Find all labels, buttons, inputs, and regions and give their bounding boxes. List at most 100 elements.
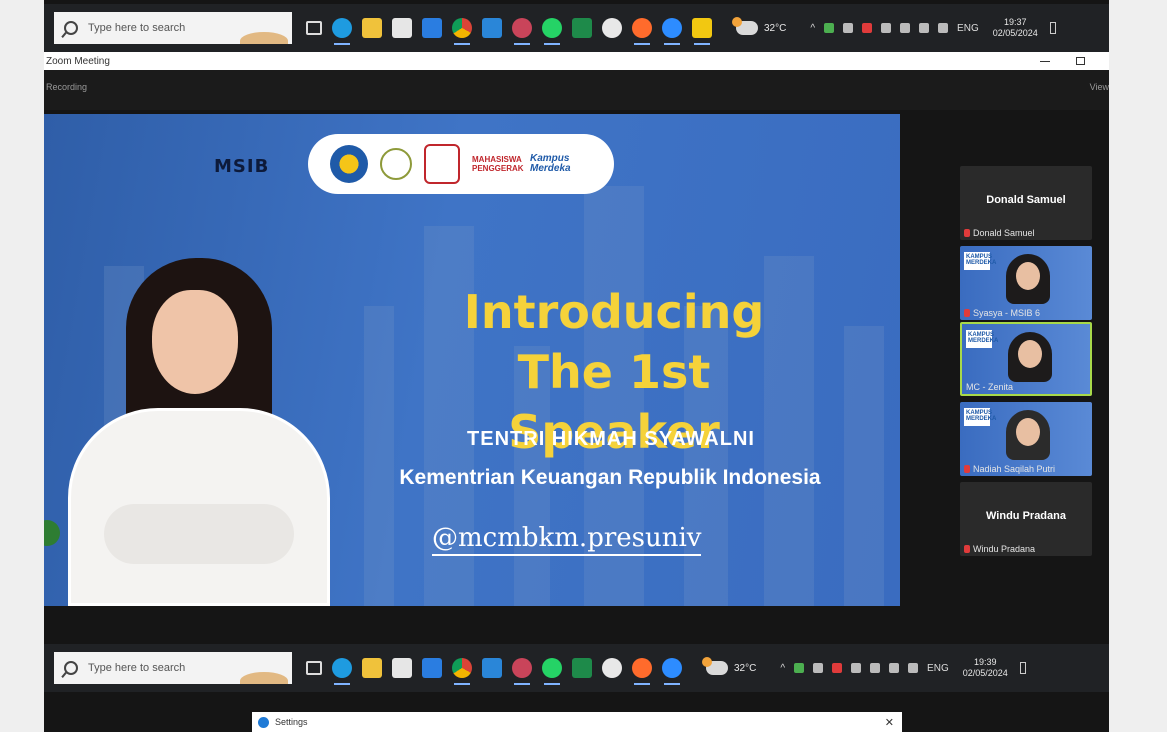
taskbar-search-box[interactable]: Type here to search bbox=[54, 12, 292, 44]
temperature: 32°C bbox=[764, 22, 787, 34]
msib-logo: MSIB bbox=[214, 156, 270, 177]
tray-icon[interactable] bbox=[862, 23, 873, 33]
participant-label: MC - Zenita bbox=[966, 382, 1014, 392]
participant-tile[interactable]: KAMPUS MERDEKA Nadiah Saqilah Putri bbox=[960, 402, 1092, 476]
system-tray: ^ ENG bbox=[810, 23, 978, 34]
zoom-icon[interactable] bbox=[662, 658, 682, 685]
task-view-icon[interactable] bbox=[306, 661, 322, 675]
firefox-icon[interactable] bbox=[632, 18, 652, 45]
weather-widget[interactable]: 32°C bbox=[702, 657, 757, 675]
excel-icon[interactable] bbox=[572, 658, 592, 678]
chevron-up-icon[interactable]: ^ bbox=[780, 663, 785, 674]
volume-icon[interactable] bbox=[908, 663, 919, 673]
search-highlight-decoration bbox=[240, 672, 288, 684]
file-explorer-icon[interactable] bbox=[362, 18, 382, 38]
store-icon[interactable] bbox=[392, 658, 412, 678]
obs-icon[interactable] bbox=[602, 18, 622, 38]
edge-icon[interactable] bbox=[332, 18, 352, 45]
virtual-background-badge: KAMPUS MERDEKA bbox=[964, 408, 996, 426]
participant-tile-active-speaker[interactable]: KAMPUS MERDEKA MC - Zenita bbox=[960, 322, 1092, 396]
taskbar-clock[interactable]: 19:39 02/05/2024 bbox=[963, 657, 1008, 679]
tray-icon[interactable] bbox=[881, 23, 892, 33]
headline-line-1: Introducing bbox=[463, 285, 765, 339]
close-icon[interactable]: ✕ bbox=[885, 716, 894, 729]
taskbar-top: Type here to search 32°C ^ ENG 19:37 02/… bbox=[44, 4, 1109, 52]
speaker-organization: Kementrian Keuangan Republik Indonesia bbox=[399, 466, 821, 489]
temperature: 32°C bbox=[734, 662, 757, 674]
edge-icon[interactable] bbox=[332, 658, 352, 685]
shared-screen-slide: MSIB MAHASISWA PENGGERAK Kampus Merdeka … bbox=[44, 114, 900, 606]
excel-icon[interactable] bbox=[572, 18, 592, 38]
university-logo bbox=[424, 144, 460, 184]
wifi-icon[interactable] bbox=[889, 663, 900, 673]
task-view-icon[interactable] bbox=[306, 21, 322, 35]
zoom-icon[interactable] bbox=[662, 18, 682, 45]
wifi-icon[interactable] bbox=[919, 23, 930, 33]
minimize-icon[interactable] bbox=[1040, 60, 1050, 62]
participant-tile[interactable]: Windu Pradana Windu Pradana bbox=[960, 482, 1092, 556]
vscode-icon[interactable] bbox=[482, 658, 502, 678]
tray-icon[interactable] bbox=[824, 23, 835, 33]
notification-icon[interactable] bbox=[1049, 22, 1056, 34]
window-title: Zoom Meeting bbox=[46, 55, 110, 67]
mahasiswa-penggerak-logo: MAHASISWA PENGGERAK bbox=[472, 155, 524, 173]
tray-icon[interactable] bbox=[794, 663, 805, 673]
weather-widget[interactable]: 32°C bbox=[732, 17, 787, 35]
participant-tile[interactable]: KAMPUS MERDEKA Syasya - MSIB 6 bbox=[960, 246, 1092, 320]
tray-icon[interactable] bbox=[832, 663, 843, 673]
firefox-icon[interactable] bbox=[632, 658, 652, 685]
search-highlight-decoration bbox=[240, 32, 288, 44]
view-button[interactable]: View bbox=[1090, 82, 1109, 92]
taskbar-clock[interactable]: 19:37 02/05/2024 bbox=[993, 17, 1038, 39]
window-controls bbox=[1040, 57, 1085, 65]
chrome-icon[interactable] bbox=[452, 658, 472, 685]
kampus-merdeka-logo: Kampus Merdeka bbox=[530, 153, 571, 174]
app-icon[interactable] bbox=[512, 18, 532, 45]
file-explorer-icon[interactable] bbox=[362, 658, 382, 678]
search-icon bbox=[64, 661, 78, 675]
desktop-screen: Type here to search 32°C ^ ENG 19:37 02/… bbox=[44, 0, 1109, 732]
tray-icon[interactable] bbox=[900, 23, 911, 33]
search-placeholder: Type here to search bbox=[88, 662, 186, 674]
language-indicator[interactable]: ENG bbox=[927, 663, 949, 674]
participant-label: Syasya - MSIB 6 bbox=[973, 308, 1041, 318]
taskbar-search-box[interactable]: Type here to search bbox=[54, 652, 292, 684]
volume-icon[interactable] bbox=[938, 23, 949, 33]
notification-icon[interactable] bbox=[1019, 662, 1026, 674]
clock-time: 19:39 bbox=[973, 657, 997, 667]
speaker-photo bbox=[64, 254, 334, 606]
chrome-icon[interactable] bbox=[452, 18, 472, 45]
participant-tile[interactable]: Donald Samuel Donald Samuel bbox=[960, 166, 1092, 240]
search-icon bbox=[64, 21, 78, 35]
chevron-up-icon[interactable]: ^ bbox=[810, 23, 815, 34]
muted-mic-icon bbox=[964, 465, 970, 473]
language-indicator[interactable]: ENG bbox=[957, 23, 979, 34]
partner-logos: MAHASISWA PENGGERAK Kampus Merdeka bbox=[308, 134, 614, 194]
mail-icon[interactable] bbox=[422, 18, 442, 38]
whatsapp-icon[interactable] bbox=[542, 658, 562, 685]
search-placeholder: Type here to search bbox=[88, 22, 186, 34]
kampus-logo bbox=[380, 148, 412, 180]
recording-indicator[interactable]: Recording bbox=[46, 82, 87, 92]
maximize-icon[interactable] bbox=[1076, 57, 1085, 65]
obs-icon[interactable] bbox=[602, 658, 622, 678]
muted-mic-icon bbox=[964, 545, 970, 553]
store-icon[interactable] bbox=[392, 18, 412, 38]
app-icon[interactable] bbox=[512, 658, 532, 685]
muted-mic-icon bbox=[964, 229, 970, 237]
clock-date: 02/05/2024 bbox=[992, 28, 1038, 38]
taskbar-bottom: Type here to search 32°C ^ ENG 19:39 02/… bbox=[44, 644, 1109, 692]
participant-label: Windu Pradana bbox=[973, 544, 1036, 554]
settings-window-titlebar[interactable]: Settings ✕ bbox=[252, 712, 902, 732]
vscode-icon[interactable] bbox=[482, 18, 502, 38]
tray-icon[interactable] bbox=[843, 23, 854, 33]
powerbi-icon[interactable] bbox=[692, 18, 712, 45]
participant-label: Nadiah Saqilah Putri bbox=[973, 464, 1056, 474]
speaker-name: TENTRI HIKMAH SYAWALNI bbox=[467, 428, 755, 450]
settings-title: Settings bbox=[275, 717, 308, 727]
tray-icon[interactable] bbox=[851, 663, 862, 673]
tray-icon[interactable] bbox=[813, 663, 824, 673]
tray-icon[interactable] bbox=[870, 663, 881, 673]
mail-icon[interactable] bbox=[422, 658, 442, 678]
whatsapp-icon[interactable] bbox=[542, 18, 562, 45]
